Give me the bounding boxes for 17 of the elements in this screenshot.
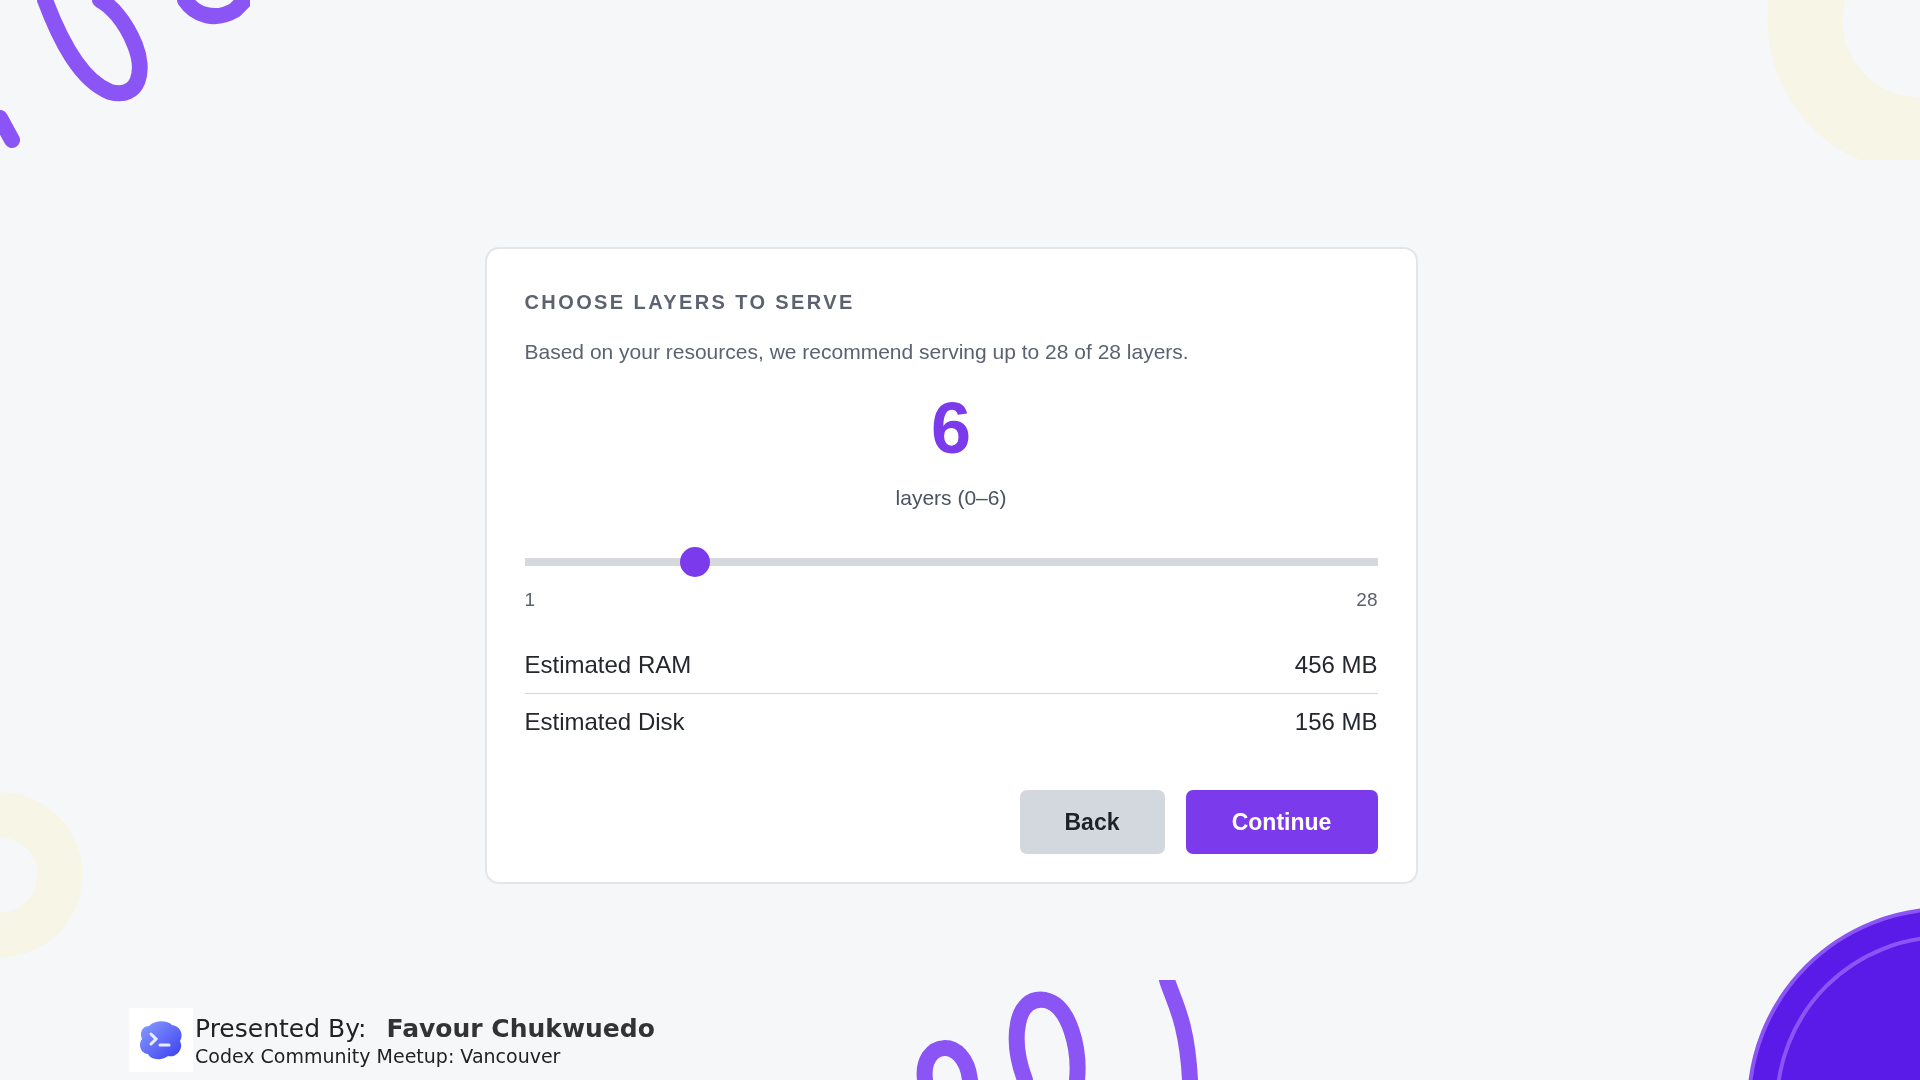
slider-max-label: 28 <box>1356 589 1378 611</box>
presented-by-label: Presented By: <box>195 1013 367 1043</box>
layer-count: 6 <box>929 392 972 464</box>
card-title: CHOOSE LAYERS TO SERVE <box>524 291 856 314</box>
logo-icon <box>129 1008 193 1072</box>
continue-button[interactable]: Continue <box>1185 790 1378 854</box>
estimate-value: 156 MB <box>1294 708 1378 736</box>
slider-min-label: 1 <box>524 589 536 611</box>
estimate-label: Estimated RAM <box>524 651 692 679</box>
layer-range-caption: layers (0–6) <box>895 486 1007 510</box>
estimate-value: 456 MB <box>1294 651 1378 679</box>
recommendation-text: Based on your resources, we recommend serving up to 28 of 28 layers. <box>524 340 1190 364</box>
estimate-label: Estimated Disk <box>524 708 685 736</box>
presenter-name: Favour Chukwuedo <box>386 1013 655 1043</box>
back-button[interactable]: Back <box>1019 790 1165 854</box>
slider-thumb[interactable] <box>680 547 711 577</box>
event-name: Codex Community Meetup: Vancouver <box>195 1044 562 1067</box>
